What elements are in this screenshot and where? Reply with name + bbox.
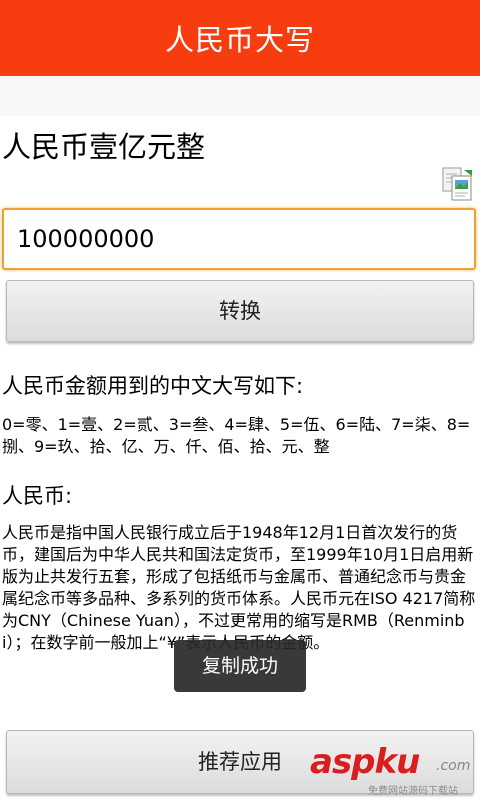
- watermark-brand: aspku: [310, 742, 420, 782]
- info-heading: 人民币金额用到的中文大写如下:: [2, 374, 304, 398]
- convert-button[interactable]: 转换: [6, 280, 474, 342]
- amount-input-field[interactable]: [2, 208, 476, 270]
- rmb-description: 人民币是指中国人民银行成立后于1948年12月1日首次发行的货币，建国后为中华人…: [2, 523, 476, 652]
- watermark-dotcom: .com: [436, 758, 471, 774]
- site-watermark: aspku .com 免费网站源码下载站: [308, 740, 480, 800]
- amount-input[interactable]: [4, 210, 474, 268]
- toast-message: 复制成功: [174, 640, 306, 692]
- copy-icon[interactable]: [440, 166, 474, 202]
- title-shadow-band: [0, 76, 480, 116]
- digit-mapping-text: 0=零、1=壹、2=贰、3=叁、4=肆、5=伍、6=陆、7=柒、8=捌、9=玖、…: [2, 415, 471, 456]
- rmb-heading: 人民币:: [2, 484, 73, 508]
- app-title: 人民币大写: [164, 23, 315, 57]
- title-bar: 人民币大写: [0, 0, 480, 76]
- watermark-subtitle: 免费网站源码下载站: [368, 786, 458, 797]
- result-text: 人民币壹亿元整: [2, 130, 206, 164]
